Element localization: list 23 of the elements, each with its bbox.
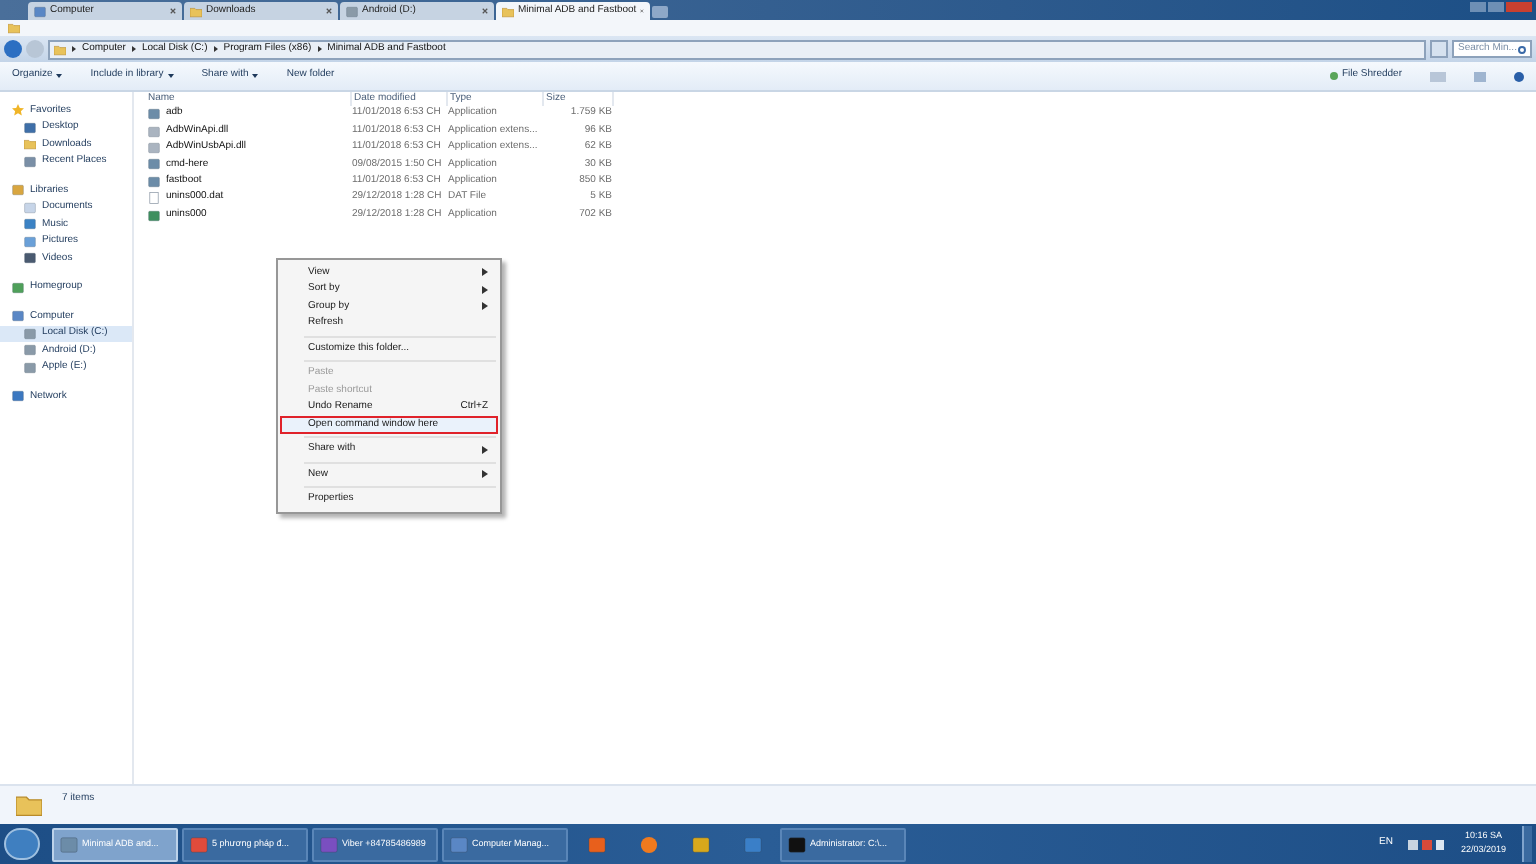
shredder-icon <box>1329 72 1338 80</box>
new-tab-button[interactable] <box>652 6 668 18</box>
close-icon[interactable] <box>326 8 332 14</box>
close-icon[interactable] <box>482 8 488 14</box>
submenu-arrow-icon <box>482 445 488 454</box>
breadcrumb-arrow-icon <box>317 46 322 52</box>
preview-pane-icon[interactable] <box>1474 71 1486 81</box>
dat-icon <box>148 192 160 205</box>
submenu-arrow-icon <box>482 470 488 479</box>
folder-icon <box>24 138 36 151</box>
breadcrumb-arrow-icon <box>131 46 136 52</box>
folder-icon <box>54 43 66 55</box>
show-desktop-button[interactable] <box>1522 826 1532 862</box>
star-icon <box>12 104 24 117</box>
help-icon[interactable] <box>1514 71 1524 81</box>
breadcrumb-arrow-icon <box>213 46 218 52</box>
close-icon[interactable] <box>170 8 176 14</box>
breadcrumb-arrow-icon <box>72 46 76 52</box>
folder-icon <box>16 792 42 818</box>
refresh-button[interactable] <box>1430 40 1448 58</box>
search-icon <box>1518 45 1526 53</box>
back-button[interactable] <box>4 40 22 58</box>
start-button[interactable] <box>4 828 40 860</box>
